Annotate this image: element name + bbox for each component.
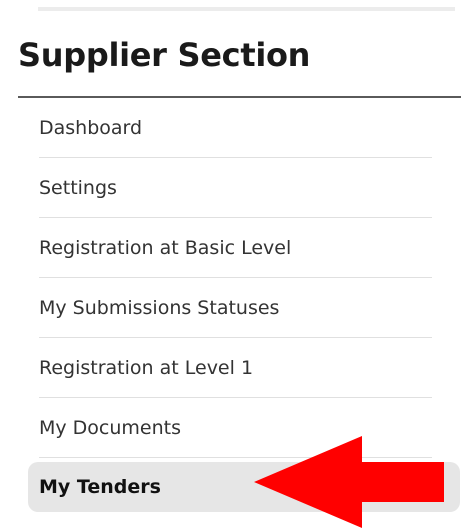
menu-item-dashboard[interactable]: Dashboard [28, 98, 460, 158]
supplier-sidebar-panel: Supplier Section Dashboard Settings Regi… [0, 0, 467, 528]
menu-item-registration-level-1[interactable]: Registration at Level 1 [28, 338, 460, 398]
menu-item-registration-basic-level[interactable]: Registration at Basic Level [28, 218, 460, 278]
red-arrow-shape [254, 436, 444, 528]
section-title: Supplier Section [18, 36, 311, 74]
menu-item-my-submissions-statuses[interactable]: My Submissions Statuses [28, 278, 460, 338]
red-arrow-annotation [254, 436, 444, 528]
menu-item-settings[interactable]: Settings [28, 158, 460, 218]
top-divider [38, 7, 455, 11]
